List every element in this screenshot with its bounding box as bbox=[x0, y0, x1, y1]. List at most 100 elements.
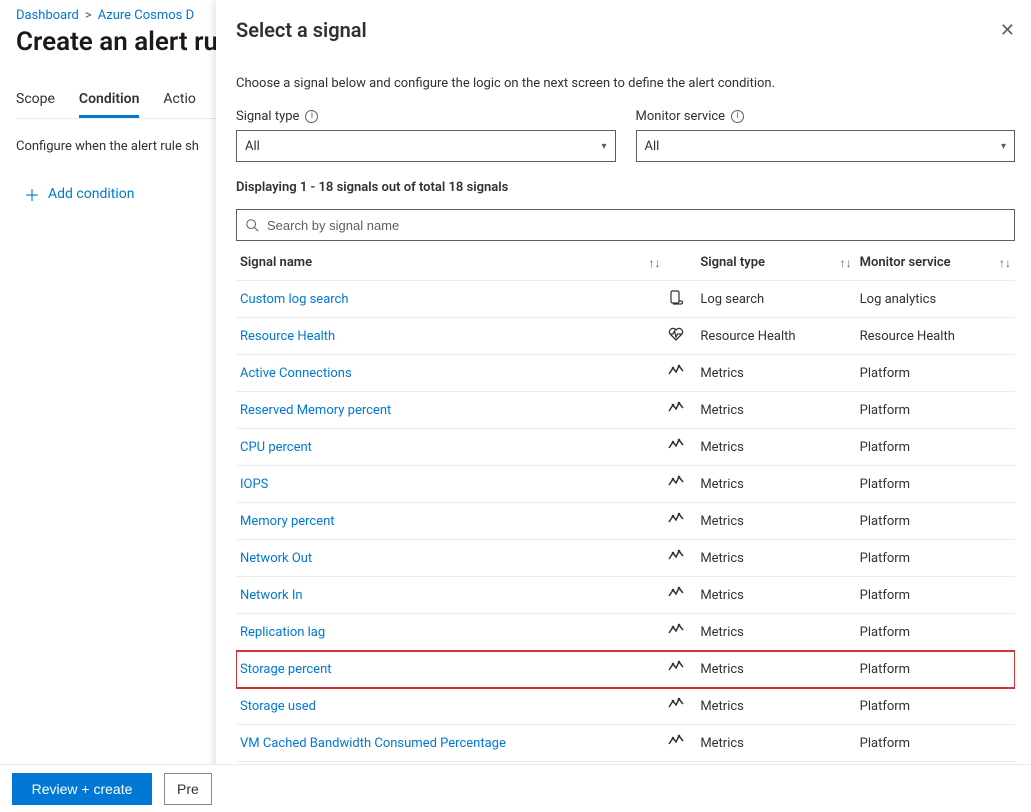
monitor-service-cell: Resource Health bbox=[856, 318, 1015, 355]
signal-name-link[interactable]: CPU percent bbox=[240, 440, 312, 455]
col-signal-name[interactable]: Signal name↑↓ bbox=[236, 245, 664, 281]
table-row[interactable]: Memory percentMetricsPlatform bbox=[236, 503, 1015, 540]
signal-type-cell: Metrics bbox=[696, 429, 855, 466]
breadcrumb-cosmos[interactable]: Azure Cosmos D bbox=[98, 8, 194, 23]
table-row[interactable]: Replication lag MetricsPlatform bbox=[236, 614, 1015, 651]
table-row[interactable]: Network Out MetricsPlatform bbox=[236, 540, 1015, 577]
signal-type-cell: Metrics bbox=[696, 540, 855, 577]
signal-table: Signal name↑↓ Signal type↑↓ Monitor serv… bbox=[236, 245, 1015, 764]
signal-name-link[interactable]: VM Cached Bandwidth Consumed Percentage bbox=[240, 736, 506, 751]
signal-type-cell: Metrics bbox=[696, 355, 855, 392]
col-signal-type[interactable]: Signal type↑↓ bbox=[696, 245, 855, 281]
table-row[interactable]: Network In MetricsPlatform bbox=[236, 577, 1015, 614]
signal-name-link[interactable]: IOPS bbox=[240, 477, 268, 492]
scroll-icon bbox=[668, 289, 684, 305]
signal-type-label: Signal type i bbox=[236, 109, 616, 124]
metric-icon bbox=[668, 363, 684, 379]
table-row[interactable]: VM Cached Bandwidth Consumed Percentage M… bbox=[236, 725, 1015, 762]
sort-icon: ↑↓ bbox=[840, 256, 852, 270]
signal-name-link[interactable]: Reserved Memory percent bbox=[240, 403, 391, 418]
metric-icon bbox=[668, 696, 684, 712]
table-row[interactable]: Resource HealthResource HealthResource H… bbox=[236, 318, 1015, 355]
signal-name-link[interactable]: Storage percent bbox=[240, 662, 332, 677]
table-row[interactable]: Reserved Memory percent MetricsPlatform bbox=[236, 392, 1015, 429]
monitor-service-cell: Platform bbox=[856, 577, 1015, 614]
heart-icon bbox=[668, 326, 684, 342]
table-row[interactable]: CPU percent MetricsPlatform bbox=[236, 429, 1015, 466]
monitor-service-label-text: Monitor service bbox=[636, 109, 726, 124]
breadcrumb-dashboard[interactable]: Dashboard bbox=[16, 8, 79, 23]
tab-condition[interactable]: Condition bbox=[79, 91, 140, 118]
previous-button[interactable]: Pre bbox=[164, 773, 212, 805]
monitor-service-cell: Platform bbox=[856, 503, 1015, 540]
metric-icon bbox=[668, 585, 684, 601]
signal-type-cell: Log search bbox=[696, 281, 855, 318]
signal-name-link[interactable]: Network Out bbox=[240, 551, 312, 566]
signal-type-cell: Metrics bbox=[696, 725, 855, 762]
signal-type-value: All bbox=[245, 139, 260, 154]
plus-icon: ＋ bbox=[24, 182, 40, 206]
signal-count: Displaying 1 - 18 signals out of total 1… bbox=[236, 180, 1015, 195]
tab-actions[interactable]: Actio bbox=[163, 91, 195, 118]
monitor-service-cell: Platform bbox=[856, 725, 1015, 762]
bottom-bar: Review + create Pre bbox=[0, 764, 1031, 812]
signal-type-select[interactable]: All ▾ bbox=[236, 130, 616, 162]
signal-type-cell: Metrics bbox=[696, 688, 855, 725]
search-icon bbox=[245, 218, 259, 232]
search-input[interactable] bbox=[267, 218, 1006, 233]
metric-icon bbox=[668, 622, 684, 638]
monitor-service-cell: Platform bbox=[856, 688, 1015, 725]
select-signal-panel: Select a signal ✕ Choose a signal below … bbox=[216, 0, 1031, 812]
metric-icon bbox=[668, 548, 684, 564]
signal-name-link[interactable]: Resource Health bbox=[240, 329, 335, 344]
signal-type-cell: Resource Health bbox=[696, 318, 855, 355]
sort-icon: ↑↓ bbox=[999, 256, 1011, 270]
signal-type-cell: Metrics bbox=[696, 651, 855, 688]
table-row[interactable]: Active Connections MetricsPlatform bbox=[236, 355, 1015, 392]
col-monitor-service[interactable]: Monitor service↑↓ bbox=[856, 245, 1015, 281]
signal-type-cell: Metrics bbox=[696, 392, 855, 429]
table-row[interactable]: IOPS MetricsPlatform bbox=[236, 466, 1015, 503]
chevron-down-icon: ▾ bbox=[601, 141, 606, 152]
signal-table-scroll[interactable]: Signal name↑↓ Signal type↑↓ Monitor serv… bbox=[236, 245, 1015, 764]
table-row[interactable]: Custom log search Log searchLog analytics bbox=[236, 281, 1015, 318]
metric-icon bbox=[668, 474, 684, 490]
monitor-service-label: Monitor service i bbox=[636, 109, 1016, 124]
table-row[interactable]: Storage percent MetricsPlatform bbox=[236, 651, 1015, 688]
chevron-down-icon: ▾ bbox=[1001, 141, 1006, 152]
metric-icon bbox=[668, 437, 684, 453]
monitor-service-cell: Log analytics bbox=[856, 281, 1015, 318]
metric-icon bbox=[668, 659, 684, 675]
monitor-service-value: All bbox=[645, 139, 660, 154]
monitor-service-cell: Platform bbox=[856, 392, 1015, 429]
metric-icon bbox=[668, 733, 684, 749]
signal-name-link[interactable]: Storage used bbox=[240, 699, 316, 714]
signal-name-link[interactable]: Active Connections bbox=[240, 366, 352, 381]
monitor-service-cell: Platform bbox=[856, 540, 1015, 577]
monitor-service-cell: Platform bbox=[856, 355, 1015, 392]
metric-icon bbox=[668, 511, 684, 527]
breadcrumb-separator: > bbox=[85, 8, 92, 23]
signal-type-cell: Metrics bbox=[696, 577, 855, 614]
tab-scope[interactable]: Scope bbox=[16, 91, 55, 118]
panel-description: Choose a signal below and configure the … bbox=[236, 76, 1015, 91]
signal-name-link[interactable]: Memory percent bbox=[240, 514, 335, 529]
monitor-service-cell: Platform bbox=[856, 614, 1015, 651]
metric-icon bbox=[668, 400, 684, 416]
monitor-service-cell: Platform bbox=[856, 466, 1015, 503]
signal-type-cell: Metrics bbox=[696, 466, 855, 503]
info-icon[interactable]: i bbox=[731, 110, 744, 123]
monitor-service-cell: Platform bbox=[856, 651, 1015, 688]
signal-name-link[interactable]: Network In bbox=[240, 588, 303, 603]
info-icon[interactable]: i bbox=[305, 110, 318, 123]
sort-icon: ↑↓ bbox=[648, 256, 660, 270]
table-row[interactable]: Storage used MetricsPlatform bbox=[236, 688, 1015, 725]
signal-name-link[interactable]: Replication lag bbox=[240, 625, 325, 640]
monitor-service-cell: Platform bbox=[856, 429, 1015, 466]
search-box[interactable] bbox=[236, 209, 1015, 241]
review-create-button[interactable]: Review + create bbox=[12, 773, 152, 805]
monitor-service-select[interactable]: All ▾ bbox=[636, 130, 1016, 162]
signal-name-link[interactable]: Custom log search bbox=[240, 292, 349, 307]
close-icon[interactable]: ✕ bbox=[992, 18, 1015, 44]
signal-type-cell: Metrics bbox=[696, 614, 855, 651]
